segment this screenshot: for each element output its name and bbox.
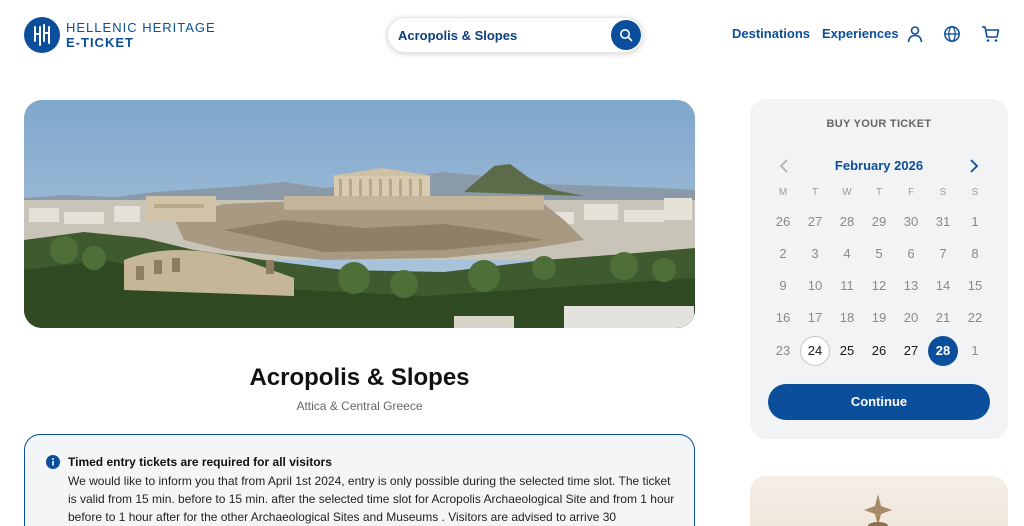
search-button[interactable] — [611, 20, 641, 50]
calendar-day: 17 — [807, 310, 823, 325]
next-month-chevron-icon[interactable] — [968, 159, 980, 173]
calendar-day[interactable]: 26 — [864, 336, 894, 366]
calendar-day: 26 — [775, 214, 791, 229]
calendar-day: 27 — [807, 214, 823, 229]
cart-icon[interactable] — [981, 25, 1000, 43]
brand-name: HELLENIC HERITAGE — [66, 20, 216, 35]
nav-experiences[interactable]: Experiences — [822, 26, 899, 41]
search-bar[interactable]: Acropolis & Slopes — [387, 17, 643, 53]
timed-entry-notice: Timed entry tickets are required for all… — [24, 434, 695, 526]
calendar-day[interactable]: 24 — [800, 336, 830, 366]
buy-ticket-panel: BUY YOUR TICKET February 2026 M T W T F S S 26 2… — [750, 99, 1008, 439]
weekday-label: S — [971, 187, 979, 198]
calendar-day: 6 — [907, 246, 915, 261]
page-subtitle-region: Attica & Central Greece — [296, 399, 423, 413]
calendar-day: 10 — [807, 278, 823, 293]
calendar-day: 5 — [875, 246, 883, 261]
nav-destinations[interactable]: Destinations — [732, 26, 810, 41]
calendar-day: 31 — [935, 214, 951, 229]
calendar-day: 23 — [775, 343, 791, 358]
calendar-day: 8 — [971, 246, 979, 261]
calendar-day: 28 — [839, 214, 855, 229]
logo-emblem-icon — [24, 17, 60, 53]
search-icon — [620, 29, 633, 42]
calendar-day: 2 — [779, 246, 787, 261]
weekday-label: S — [939, 187, 947, 198]
info-icon — [46, 455, 60, 469]
site-header: HELLENIC HERITAGE E-TICKET Acropolis & S… — [0, 0, 1024, 70]
hero-image-acropolis — [24, 100, 695, 328]
calendar-day: 21 — [935, 310, 951, 325]
weekday-label: M — [778, 187, 788, 198]
page-title: Acropolis & Slopes — [249, 364, 470, 391]
vase-illustration-icon — [864, 494, 892, 526]
user-icon[interactable] — [906, 25, 924, 43]
calendar-day: 15 — [967, 278, 983, 293]
buy-ticket-heading: BUY YOUR TICKET — [826, 118, 932, 130]
calendar-day: 20 — [903, 310, 919, 325]
calendar-day: 29 — [871, 214, 887, 229]
calendar-day: 30 — [903, 214, 919, 229]
calendar-day: 3 — [811, 246, 819, 261]
calendar-day: 1 — [971, 214, 979, 229]
calendar-day: 11 — [840, 278, 854, 293]
weekday-label: W — [842, 187, 852, 198]
calendar-day: 9 — [779, 278, 787, 293]
calendar-day: 14 — [935, 278, 951, 293]
calendar-day: 19 — [871, 310, 887, 325]
calendar-day: 1 — [971, 343, 979, 358]
search-input[interactable]: Acropolis & Slopes — [398, 28, 517, 43]
calendar-day: 12 — [871, 278, 887, 293]
continue-button[interactable]: Continue — [768, 384, 990, 420]
calendar-day: 18 — [839, 310, 855, 325]
calendar-day[interactable]: 27 — [896, 336, 926, 366]
calendar-day: 22 — [967, 310, 983, 325]
globe-icon[interactable] — [943, 25, 961, 43]
weekday-label: T — [875, 187, 883, 198]
calendar-day: 16 — [775, 310, 791, 325]
calendar-day[interactable]: 28 — [928, 336, 958, 366]
brand-logo[interactable]: HELLENIC HERITAGE E-TICKET — [24, 17, 216, 53]
calendar-day: 13 — [903, 278, 919, 293]
notice-body: We would like to inform you that from Ap… — [68, 474, 675, 524]
notice-title: Timed entry tickets are required for all… — [68, 455, 332, 469]
weekday-label: T — [811, 187, 819, 198]
calendar-day: 7 — [939, 246, 947, 261]
experience-card-preview[interactable] — [750, 476, 1008, 526]
weekday-label: F — [907, 187, 915, 198]
brand-subtitle: E-TICKET — [66, 35, 134, 50]
calendar-day[interactable]: 25 — [832, 336, 862, 366]
calendar-day: 4 — [843, 246, 851, 261]
